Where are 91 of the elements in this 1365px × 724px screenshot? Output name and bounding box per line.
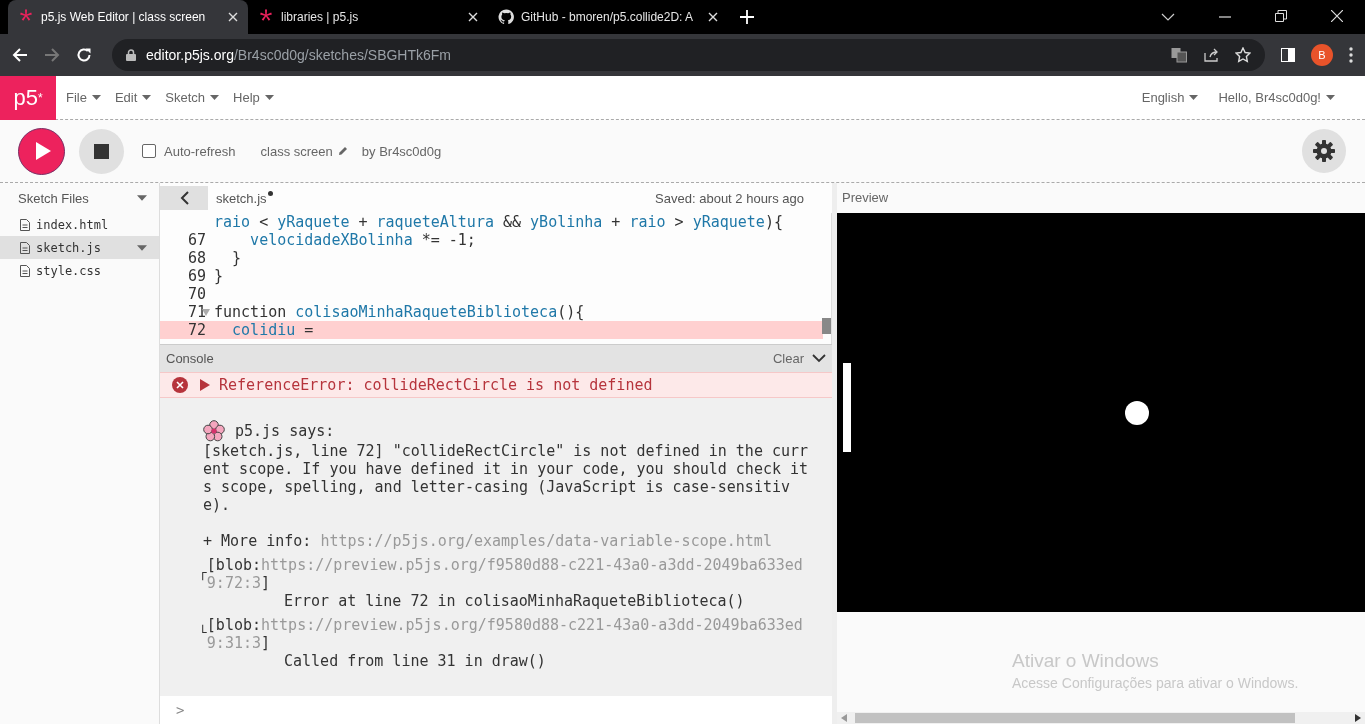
author-link[interactable]: by Br4sc0d0g <box>361 143 442 159</box>
error-icon <box>172 377 188 393</box>
pencil-icon[interactable] <box>337 146 348 156</box>
bracket-icon: ┌ <box>199 556 207 592</box>
flower-icon <box>203 420 225 442</box>
language-menu[interactable]: English <box>1141 90 1199 105</box>
error-message: ReferenceError: collideRectCircle is not defined <box>219 376 653 394</box>
more-icon[interactable] <box>1349 47 1353 63</box>
play-button[interactable] <box>18 127 65 175</box>
says-label: p5.js says: <box>235 422 335 440</box>
p5-logo[interactable]: p5$^{*}$ <box>0 75 56 120</box>
line-number: 68 <box>187 249 206 267</box>
new-tab-icon[interactable] <box>740 10 754 24</box>
caret-icon <box>91 95 101 100</box>
stack-entry: Called from line 31 in draw() <box>283 652 547 670</box>
sidebar-title: Sketch Files <box>18 190 89 206</box>
translate-icon[interactable] <box>1171 47 1187 63</box>
close-icon[interactable] <box>468 12 478 22</box>
console-title: Console <box>166 351 214 366</box>
profile-avatar[interactable]: B <box>1311 44 1333 66</box>
sketch-name[interactable]: class screen <box>260 143 333 159</box>
code-line: raio < yRaquete + raqueteAltura && yBolinha + raio > yRaquete){ <box>214 213 783 231</box>
line-number: 69 <box>187 267 206 285</box>
menu-item[interactable]: Help <box>233 90 274 105</box>
lock-icon <box>126 49 136 61</box>
more-info-label: + More info: <box>203 532 312 550</box>
line-number: 72 <box>187 321 206 339</box>
menu-item[interactable]: Edit <box>114 90 152 105</box>
stack-location: [blob:https://preview.p5js.org/f9580d88-c221-43a0-a3dd-2049ba633ed9:31:3] <box>206 616 804 652</box>
file-name: sketch.js <box>216 190 267 206</box>
line-number: 67 <box>187 231 206 249</box>
scrollbar-thumb[interactable] <box>822 318 831 334</box>
file-icon <box>20 241 30 254</box>
scroll-right-icon[interactable] <box>1355 714 1361 722</box>
file-icon <box>20 264 30 277</box>
restore-icon[interactable] <box>1275 10 1287 22</box>
expand-icon[interactable] <box>200 379 210 391</box>
share-icon[interactable] <box>1203 47 1219 63</box>
side-panel-icon[interactable] <box>1281 48 1295 62</box>
caret-icon <box>142 95 152 100</box>
close-icon[interactable] <box>1331 10 1343 22</box>
prompt-icon: > <box>176 702 185 718</box>
settings-icon <box>1313 140 1335 162</box>
scrollbar-thumb[interactable] <box>855 713 1295 723</box>
settings-button[interactable] <box>1302 129 1346 173</box>
stack-location: [blob:https://preview.p5js.org/f9580d88-c221-43a0-a3dd-2049ba633ed9:72:3] <box>206 556 804 592</box>
caret-icon <box>137 244 147 251</box>
user-menu[interactable]: Hello, Br4sc0d0g! <box>1218 90 1335 105</box>
chevron-down-icon[interactable] <box>812 354 826 363</box>
file-icon <box>20 218 30 231</box>
line-number: 70 <box>187 285 206 303</box>
code-line: velocidadeXBolinha *= -1; <box>249 231 476 249</box>
sidebar-file[interactable]: sketch.js <box>0 236 159 259</box>
sidebar-file[interactable]: index.html <box>0 213 159 236</box>
browser-tab[interactable]: GitHub - bmoren/p5.collide2D: A <box>488 0 728 34</box>
chevron-left-icon <box>179 191 189 205</box>
caret-icon <box>210 95 220 100</box>
forward-icon <box>44 47 60 63</box>
stack-entry: Error at line 72 in colisaoMinhaRaqueteBiblioteca() <box>283 592 746 610</box>
checkbox[interactable] <box>142 144 156 158</box>
menu-item[interactable]: File <box>66 90 101 105</box>
stop-icon <box>94 143 109 159</box>
browser-tab[interactable]: p5.js Web Editor | class screen <box>8 0 248 34</box>
address-field[interactable]: editor.p5js.org/Br4sc0d0g/sketches/SBGHTk6Fm <box>112 39 1265 71</box>
code-line: colidiu = <box>231 321 314 339</box>
bracket-icon: └ <box>199 616 207 652</box>
sidebar-file[interactable]: style.css <box>0 259 159 282</box>
code-line: function colisaoMinhaRaqueteBiblioteca(){ <box>214 303 585 321</box>
star-icon[interactable] <box>1235 47 1251 63</box>
preview-title: Preview <box>841 189 890 207</box>
checkbox-label: Auto-refresh <box>164 143 236 159</box>
caret-icon <box>264 95 274 100</box>
line-number: 71 <box>187 303 206 321</box>
stop-button[interactable] <box>79 128 124 174</box>
back-icon[interactable] <box>12 47 28 63</box>
code-line: } <box>231 249 242 267</box>
close-icon[interactable] <box>708 12 718 22</box>
caret-icon <box>1189 95 1199 100</box>
close-icon[interactable] <box>228 12 238 22</box>
browser-tab[interactable]: libraries | p5.js <box>248 0 488 34</box>
github-icon <box>498 9 514 25</box>
error-explanation: [sketch.js, line 72] "collideRectCircle" is not defined in the curr ent scope. If you have defined it in your code, you should check it s scope, spelling, and letter-casing (JavaScript is case-sensitiv e). <box>203 442 810 514</box>
caret-icon <box>1326 95 1335 100</box>
play-icon <box>35 142 51 160</box>
code-line: } <box>214 267 224 285</box>
caret-icon[interactable] <box>137 195 147 201</box>
collapse-button[interactable] <box>160 186 208 210</box>
menu-item[interactable]: Sketch <box>165 90 220 105</box>
clear-button[interactable]: Clear <box>772 351 804 366</box>
saved-status: Saved: about 2 hours ago <box>655 190 804 206</box>
reload-icon[interactable] <box>76 47 92 63</box>
